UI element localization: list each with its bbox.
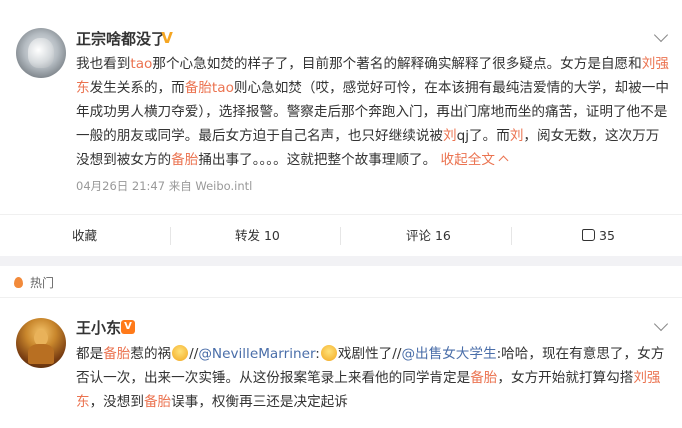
text-span: // — [189, 346, 199, 362]
collapse-full-text-link[interactable]: 收起全文 — [440, 152, 509, 168]
username[interactable]: 王小东 — [76, 317, 121, 338]
chevron-down-icon[interactable] — [653, 316, 669, 332]
text-span: ，没想到 — [89, 394, 144, 410]
keyword-link[interactable]: 备胎 — [470, 370, 497, 386]
keyword-link[interactable]: tao — [130, 56, 152, 72]
like-count: 35 — [599, 228, 615, 243]
post-meta: 04月26日 21:47 来自 Weibo.intl — [76, 179, 253, 193]
keyword-link[interactable]: 备胎 — [103, 346, 130, 362]
username[interactable]: 正宗啥都没了 — [76, 28, 166, 49]
keyword-link[interactable]: 刘 — [443, 128, 457, 144]
chevron-up-icon — [498, 155, 509, 166]
user-avatar[interactable] — [16, 318, 66, 368]
keyword-link[interactable]: 备胎 — [144, 394, 171, 410]
mention-link[interactable]: @NevilleMarriner — [198, 346, 315, 362]
flame-icon — [13, 275, 24, 288]
keyword-link[interactable]: 备胎 — [171, 152, 198, 168]
post-text: 我也看到tao那个心急如焚的样子了，目前那个著名的解释确实解释了很多疑点。女方是… — [76, 52, 672, 172]
hot-section-header: 热门 — [0, 266, 682, 298]
text-span: 惹的祸 — [130, 346, 172, 362]
collect-button[interactable]: 收藏 — [72, 215, 97, 257]
like-button[interactable]: 35 — [582, 215, 615, 257]
text-span: 误事，权衡再三还是决定起诉 — [171, 394, 348, 410]
text-span: ，女方开始就打算勾搭 — [497, 370, 634, 386]
text-span: qj了。而 — [456, 128, 510, 144]
text-span: 戏剧性了// — [337, 346, 402, 362]
repost-button[interactable]: 转发 10 — [235, 215, 280, 257]
hot-label: 热门 — [30, 276, 55, 290]
laughing-emoji-icon — [320, 345, 337, 361]
text-span: 我也看到 — [76, 56, 131, 72]
keyword-link[interactable]: 刘 — [510, 128, 524, 144]
thumbs-up-icon — [582, 229, 595, 241]
user-avatar[interactable] — [16, 28, 66, 78]
comment-button[interactable]: 评论 16 — [406, 215, 451, 257]
action-bar: 收藏 转发 10 评论 16 35 — [0, 214, 682, 256]
chevron-down-icon[interactable] — [653, 27, 669, 43]
text-span: : — [315, 346, 320, 362]
text-span: 都是 — [76, 346, 104, 362]
divider — [340, 227, 341, 245]
section-divider — [0, 256, 682, 266]
comment-text: 都是备胎惹的祸//@NevilleMarriner: 戏剧性了//@出售女大学生:… — [76, 342, 672, 414]
text-span: 发生关系的，而 — [89, 80, 185, 96]
verified-badge-icon: V — [161, 29, 173, 47]
verified-badge-icon: V — [121, 320, 135, 334]
keyword-link[interactable]: 备胎tao — [185, 80, 234, 96]
laughing-emoji-icon — [172, 345, 189, 361]
mention-link[interactable]: @出售女大学生 — [401, 346, 496, 362]
divider — [170, 227, 171, 245]
text-span: 那个心急如焚的样子了，目前那个著名的解释确实解释了很多疑点。女方是自愿和 — [152, 56, 642, 72]
text-span: 捅出事了。。。。这就把整个故事理顺了。 — [198, 152, 441, 168]
divider — [511, 227, 512, 245]
collapse-label: 收起全文 — [440, 152, 495, 168]
